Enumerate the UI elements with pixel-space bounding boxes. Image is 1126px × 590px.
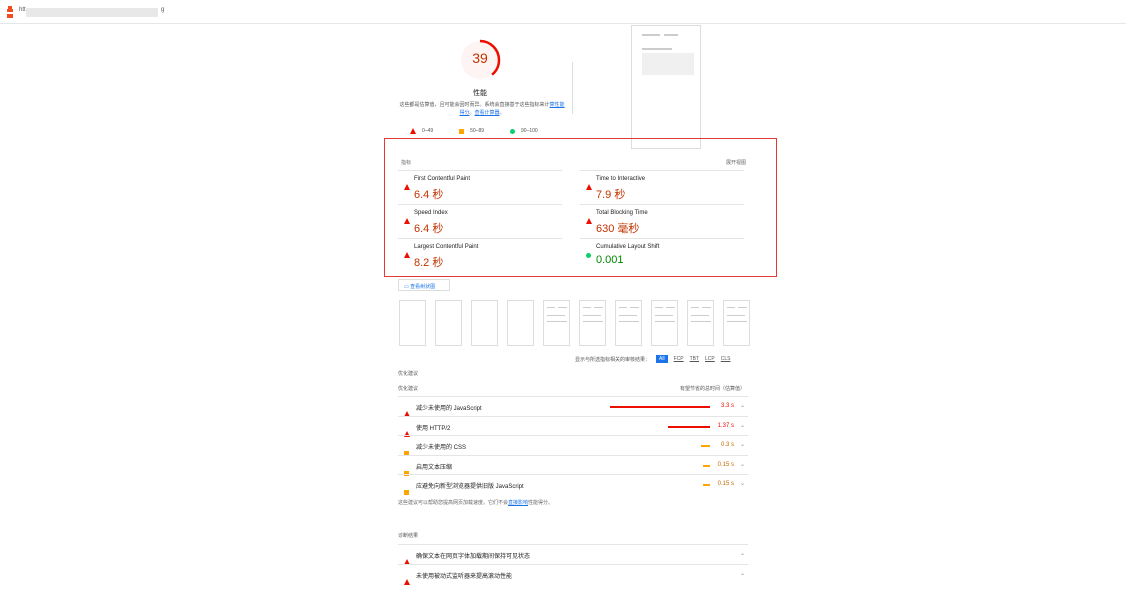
address-bar: htt g <box>0 0 1126 24</box>
savings-bar <box>703 464 710 467</box>
opportunity-label: 减少未使用的 CSS <box>416 445 467 451</box>
chevron-down-icon[interactable]: ⌄ <box>740 461 745 468</box>
url-end[interactable]: g <box>161 7 164 13</box>
treemap-icon: ▭ <box>404 284 409 290</box>
metric-value: 7.9 秒 <box>596 189 626 201</box>
filmstrip-frame <box>507 300 534 346</box>
filmstrip-frame <box>471 300 498 346</box>
final-screenshot[interactable] <box>631 25 701 149</box>
metric-label: Largest Contentful Paint <box>414 244 479 250</box>
divider <box>572 62 573 114</box>
metric-item: Largest Contentful Paint 8.2 秒 <box>398 238 562 269</box>
fail-icon <box>410 128 416 134</box>
diagnostic-label: 未使用被动式监听器来提高滚动性能 <box>416 574 513 580</box>
opportunity-label: 使用 HTTP/2 <box>416 425 451 432</box>
fail-icon <box>586 218 592 224</box>
fail-icon <box>404 218 410 224</box>
metric-value: 0.001 <box>596 254 624 266</box>
pass-icon <box>510 128 516 134</box>
filter-all[interactable]: All <box>656 355 668 363</box>
metric-item: Time to Interactive 7.9 秒 <box>580 170 744 201</box>
fail-icon <box>404 579 410 585</box>
opportunities-section-title: 优化建议 <box>398 371 419 377</box>
filter-fcp[interactable]: FCP <box>674 356 684 362</box>
average-icon <box>459 128 465 134</box>
filmstrip-frame <box>435 300 462 346</box>
metric-item: Speed Index 6.4 秒 <box>398 204 562 235</box>
filmstrip <box>399 300 750 346</box>
opportunity-label: 启用文本压缩 <box>416 464 453 471</box>
expand-view-toggle[interactable]: 展开视图 <box>726 159 746 166</box>
opportunity-row[interactable]: 减少未使用的 JavaScript 3.3 s ⌄ <box>398 396 748 417</box>
savings-value: 0.15 s <box>717 461 734 468</box>
chevron-down-icon[interactable]: ⌄ <box>740 422 745 429</box>
opportunities-col-left: 优化建议 <box>398 386 419 392</box>
performance-description: 这些都是估算值，且可能会因时而异。系统会直接基于这些指标来计算性能得分。查看计算… <box>399 102 565 116</box>
filmstrip-frame <box>615 300 642 346</box>
opportunity-row[interactable]: 启用文本压缩 0.15 s ⌄ <box>398 454 748 476</box>
metric-item: Total Blocking Time 630 毫秒 <box>580 204 744 235</box>
metric-label: Speed Index <box>414 210 448 216</box>
performance-score: 39 <box>472 50 488 66</box>
diagnostic-row[interactable]: 未使用被动式监听器来提高滚动性能 ⌄ <box>398 564 748 585</box>
filter-cls[interactable]: CLS <box>721 356 731 362</box>
opportunities-note: 这些建议可以帮助您提高网页加载速度。它们不会直接影响性能得分。 <box>398 500 554 506</box>
metric-label: Total Blocking Time <box>596 210 648 216</box>
metric-value: 6.4 秒 <box>414 223 444 235</box>
fail-icon <box>404 252 410 258</box>
savings-value: 0.15 s <box>717 481 734 487</box>
calculator-link[interactable]: 查看计算器 <box>475 110 500 116</box>
opportunity-label: 减少未使用的 JavaScript <box>416 406 482 412</box>
performance-title: 性能 <box>473 90 487 97</box>
opportunity-row[interactable]: 减少未使用的 CSS 0.3 s ⌄ <box>398 435 748 456</box>
diagnostics-section-title: 诊断结果 <box>398 533 419 539</box>
filmstrip-frame <box>651 300 678 346</box>
savings-bar <box>610 406 710 408</box>
chevron-down-icon[interactable]: ⌄ <box>740 441 745 448</box>
savings-bar <box>668 425 710 428</box>
pass-icon <box>586 253 591 258</box>
filter-lcp[interactable]: LCP <box>705 356 715 362</box>
chevron-down-icon[interactable]: ⌄ <box>740 480 745 487</box>
filmstrip-frame <box>723 300 750 346</box>
filter-tbt[interactable]: TBT <box>690 356 699 362</box>
filmstrip-frame <box>687 300 714 346</box>
savings-bar <box>703 484 710 486</box>
average-icon <box>404 490 409 495</box>
filmstrip-frame <box>579 300 606 346</box>
url-redacted <box>26 8 158 17</box>
metric-filter: 显示与所选指标相关的审核结果： All FCP TBT LCP CLS <box>575 355 731 363</box>
opportunity-label: 应避免向新型浏览器提供旧版 JavaScript <box>416 484 524 490</box>
savings-bar <box>701 445 710 447</box>
fail-icon <box>404 184 410 190</box>
metric-label: Cumulative Layout Shift <box>596 244 660 250</box>
savings-value: 3.3 s <box>720 403 734 409</box>
metric-value: 6.4 秒 <box>414 189 444 201</box>
metric-item: Cumulative Layout Shift 0.001 <box>580 238 744 269</box>
filmstrip-frame <box>543 300 570 346</box>
savings-value: 1.37 s <box>717 422 734 429</box>
view-treemap-button[interactable]: ▭ 查看树状图 <box>398 279 450 291</box>
diagnostic-row[interactable]: 确保文本在网页字体加载期间保持可见状态 ⌄ <box>398 544 748 565</box>
score-legend: 0–49 50–89 90–100 <box>410 128 538 134</box>
chevron-down-icon[interactable]: ⌄ <box>740 402 745 409</box>
metric-label: First Contentful Paint <box>414 176 471 182</box>
lighthouse-icon <box>7 6 13 18</box>
url-start[interactable]: htt <box>19 7 26 13</box>
fail-icon <box>586 184 592 190</box>
diagnostic-label: 确保文本在网页字体加载期间保持可见状态 <box>416 554 531 560</box>
metric-item: First Contentful Paint 6.4 秒 <box>398 170 562 201</box>
metric-label: Time to Interactive <box>596 176 646 182</box>
chevron-down-icon[interactable]: ⌄ <box>740 550 745 557</box>
savings-value: 0.3 s <box>720 442 734 448</box>
opportunity-row[interactable]: 使用 HTTP/2 1.37 s ⌄ <box>398 415 748 437</box>
direct-impact-link[interactable]: 直接影响 <box>508 500 528 506</box>
metric-value: 630 毫秒 <box>596 223 640 235</box>
filmstrip-frame <box>399 300 426 346</box>
opportunities-col-right: 有望节省的总时间（估算值） <box>680 386 746 392</box>
metric-value: 8.2 秒 <box>414 257 444 269</box>
chevron-down-icon[interactable]: ⌄ <box>740 570 745 577</box>
metrics-header: 指标 <box>401 160 412 166</box>
opportunity-row[interactable]: 应避免向新型浏览器提供旧版 JavaScript 0.15 s ⌄ <box>398 474 748 495</box>
